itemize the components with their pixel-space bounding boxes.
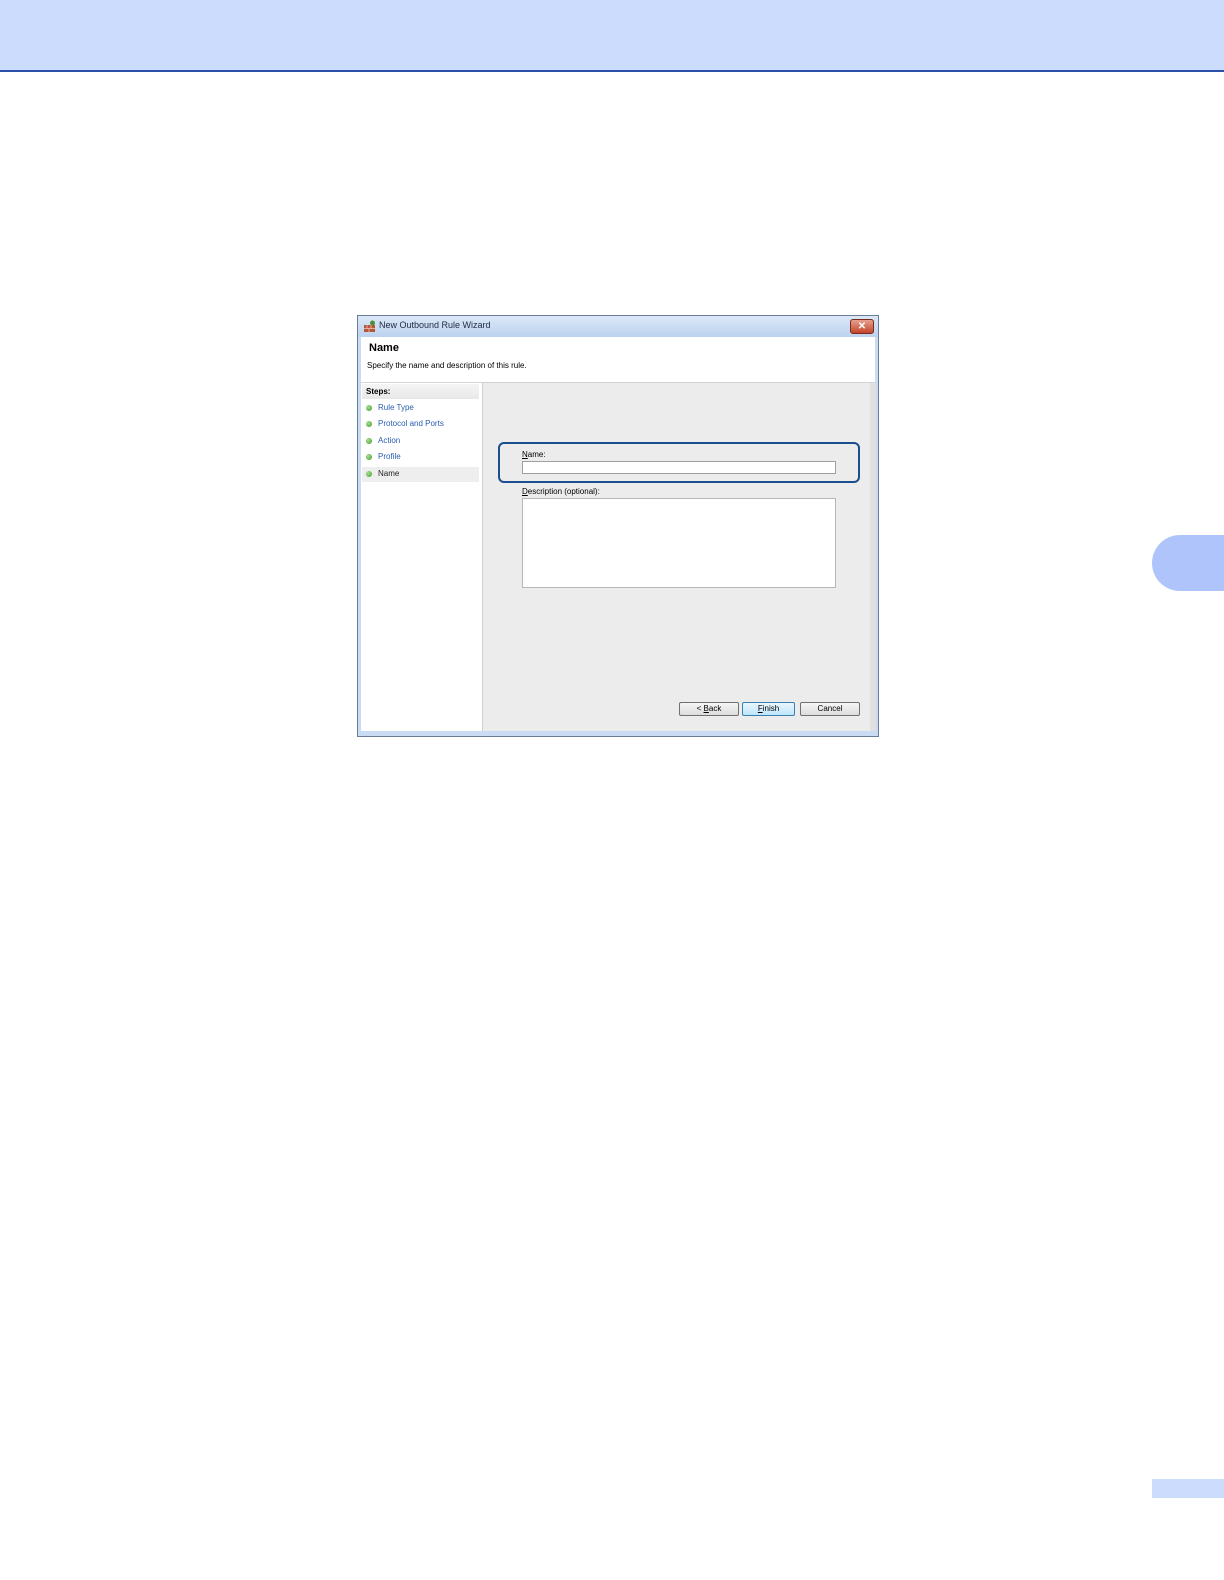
title-bar: New Outbound Rule Wizard ✕	[358, 316, 878, 337]
back-button[interactable]: < Back	[679, 702, 739, 716]
name-input[interactable]	[522, 461, 836, 474]
close-icon: ✕	[857, 321, 867, 332]
page-number-tab	[1152, 1479, 1224, 1498]
back-button-text: ack	[708, 704, 722, 713]
finish-button[interactable]: Finish	[742, 702, 795, 716]
name-label: Name:	[522, 450, 546, 459]
step-name-current: Name	[362, 467, 479, 482]
page-subtitle: Specify the name and description of this…	[367, 361, 527, 370]
cancel-button-text: Cancel	[817, 704, 843, 713]
description-label-text: escription (optional):	[527, 487, 600, 496]
description-label: Description (optional):	[522, 487, 600, 496]
step-rule-type[interactable]: Rule Type	[362, 401, 479, 416]
step-protocol-and-ports[interactable]: Protocol and Ports	[362, 417, 479, 432]
steps-pane: Steps: Rule Type Protocol and Ports Acti…	[361, 383, 482, 731]
page-header-band	[0, 0, 1224, 72]
step-status-dot-icon	[366, 471, 372, 477]
step-profile[interactable]: Profile	[362, 450, 479, 465]
content-pane: Name: Description (optional): < Back Fin…	[482, 383, 876, 731]
close-button[interactable]: ✕	[850, 319, 874, 334]
step-status-dot-icon	[366, 405, 372, 411]
step-status-dot-icon	[366, 421, 372, 427]
back-button-prefix: <	[696, 704, 704, 713]
step-label: Protocol and Ports	[378, 419, 444, 428]
step-status-dot-icon	[366, 438, 372, 444]
step-status-dot-icon	[366, 454, 372, 460]
description-textarea[interactable]	[522, 498, 836, 588]
page-title: Name	[369, 342, 399, 354]
pane-edge	[870, 383, 876, 731]
step-label: Name	[378, 469, 400, 478]
firewall-wall-icon	[364, 320, 375, 332]
chapter-tab	[1152, 535, 1224, 591]
window-title: New Outbound Rule Wizard	[379, 320, 491, 330]
finish-button-text: inish	[762, 704, 780, 713]
step-label: Profile	[378, 452, 401, 461]
cancel-button[interactable]: Cancel	[800, 702, 860, 716]
wizard-header: Name Specify the name and description of…	[361, 337, 875, 383]
step-label: Rule Type	[378, 403, 414, 412]
wizard-window: New Outbound Rule Wizard ✕ Name Specify …	[357, 315, 879, 737]
name-label-text: ame:	[527, 450, 546, 459]
step-action[interactable]: Action	[362, 434, 479, 449]
step-label: Action	[378, 436, 401, 445]
steps-heading: Steps:	[362, 384, 479, 399]
